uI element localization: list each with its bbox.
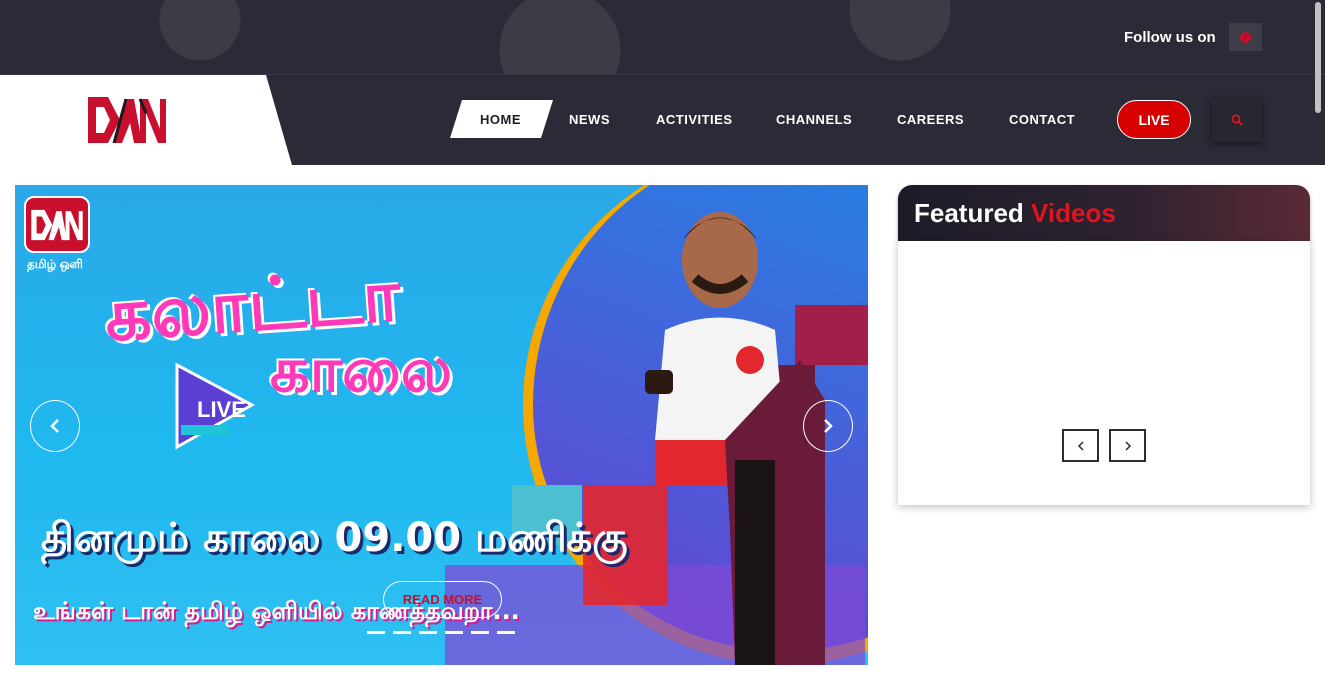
slider-dot[interactable] bbox=[419, 631, 437, 634]
featured-next-button[interactable] bbox=[1109, 429, 1146, 462]
live-badge-icon: LIVE bbox=[175, 362, 256, 450]
host-photo bbox=[645, 212, 825, 665]
slider-prev-button[interactable] bbox=[30, 400, 80, 452]
main-navbar: HOME NEWS ACTIVITIES CHANNELS CAREERS CO… bbox=[0, 75, 1325, 165]
slider-next-button[interactable] bbox=[803, 400, 853, 452]
search-button[interactable] bbox=[1212, 98, 1262, 142]
dan-logo bbox=[88, 97, 166, 144]
hero-slider: தமிழ் ஒளி கலாட்டா காலை LIVE தினமும் காலை… bbox=[15, 185, 868, 665]
channel-logo bbox=[24, 196, 90, 253]
chevron-left-icon bbox=[1077, 440, 1084, 451]
logo-area bbox=[0, 75, 292, 165]
nav-news[interactable]: NEWS bbox=[569, 112, 610, 127]
show-title-line2: காலை bbox=[270, 333, 453, 406]
slider-dot[interactable] bbox=[393, 631, 411, 634]
featured-videos-title: Featured Videos bbox=[914, 198, 1116, 229]
slider-dot[interactable] bbox=[471, 631, 489, 634]
featured-videos-header: Featured Videos bbox=[898, 185, 1310, 241]
facebook-icon: f bbox=[1240, 31, 1251, 43]
read-more-button[interactable]: READ MORE bbox=[383, 581, 502, 618]
featured-title-red: Videos bbox=[1031, 198, 1116, 228]
slider-dot[interactable] bbox=[367, 631, 385, 634]
slider-dot[interactable] bbox=[445, 631, 463, 634]
chevron-left-icon bbox=[50, 419, 59, 433]
follow-us-label: Follow us on bbox=[1124, 29, 1216, 46]
featured-title-white: Featured bbox=[914, 198, 1024, 228]
channel-logo-mark bbox=[31, 209, 83, 240]
page-scrollbar[interactable] bbox=[1311, 0, 1325, 700]
slide-subtitle: தினமும் காலை 09.00 மணிக்கு bbox=[41, 515, 628, 561]
live-badge-text: LIVE bbox=[197, 397, 246, 422]
nav-home[interactable]: HOME bbox=[480, 112, 521, 127]
top-bar: Follow us on f bbox=[0, 0, 1325, 75]
chevron-right-icon bbox=[1124, 440, 1131, 451]
live-button[interactable]: LIVE bbox=[1117, 100, 1191, 139]
featured-videos-panel bbox=[898, 241, 1310, 505]
nav-careers[interactable]: CAREERS bbox=[897, 112, 964, 127]
slider-dot[interactable] bbox=[497, 631, 515, 634]
chevron-right-icon bbox=[824, 419, 833, 433]
slider-pagination bbox=[367, 631, 515, 634]
channel-tagline: தமிழ் ஒளி bbox=[27, 257, 83, 271]
nav-channels[interactable]: CHANNELS bbox=[776, 112, 852, 127]
scrollbar-thumb[interactable] bbox=[1315, 2, 1321, 113]
search-icon bbox=[1231, 114, 1243, 126]
facebook-link[interactable]: f bbox=[1229, 23, 1262, 51]
nav-contact[interactable]: CONTACT bbox=[1009, 112, 1075, 127]
nav-activities[interactable]: ACTIVITIES bbox=[656, 112, 733, 127]
featured-prev-button[interactable] bbox=[1062, 429, 1099, 462]
